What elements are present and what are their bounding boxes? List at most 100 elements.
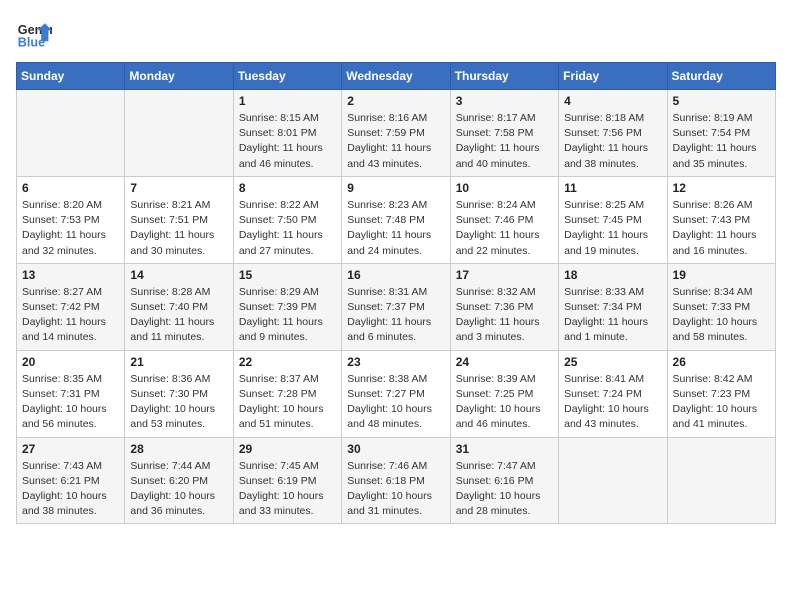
col-header-monday: Monday bbox=[125, 63, 233, 90]
day-number: 18 bbox=[564, 268, 661, 282]
calendar-cell bbox=[125, 90, 233, 177]
calendar-header-row: SundayMondayTuesdayWednesdayThursdayFrid… bbox=[17, 63, 776, 90]
day-info: Sunrise: 8:19 AM Sunset: 7:54 PM Dayligh… bbox=[673, 111, 770, 172]
page-header: General Blue bbox=[16, 16, 776, 52]
day-info: Sunrise: 8:16 AM Sunset: 7:59 PM Dayligh… bbox=[347, 111, 444, 172]
calendar-cell: 18 Sunrise: 8:33 AM Sunset: 7:34 PM Dayli… bbox=[559, 263, 667, 350]
calendar-cell: 10 Sunrise: 8:24 AM Sunset: 7:46 PM Dayli… bbox=[450, 176, 558, 263]
calendar-cell: 20 Sunrise: 8:35 AM Sunset: 7:31 PM Dayli… bbox=[17, 350, 125, 437]
col-header-sunday: Sunday bbox=[17, 63, 125, 90]
calendar-cell: 13 Sunrise: 8:27 AM Sunset: 7:42 PM Dayli… bbox=[17, 263, 125, 350]
calendar-cell: 15 Sunrise: 8:29 AM Sunset: 7:39 PM Dayli… bbox=[233, 263, 341, 350]
day-info: Sunrise: 7:47 AM Sunset: 6:16 PM Dayligh… bbox=[456, 459, 553, 520]
calendar-cell: 8 Sunrise: 8:22 AM Sunset: 7:50 PM Daylig… bbox=[233, 176, 341, 263]
day-number: 15 bbox=[239, 268, 336, 282]
logo-icon: General Blue bbox=[16, 16, 52, 52]
svg-text:Blue: Blue bbox=[18, 36, 45, 50]
day-number: 22 bbox=[239, 355, 336, 369]
day-info: Sunrise: 8:21 AM Sunset: 7:51 PM Dayligh… bbox=[130, 198, 227, 259]
calendar-cell: 21Sunrise: 8:36 AM Sunset: 7:30 PM Dayli… bbox=[125, 350, 233, 437]
calendar-week-3: 13 Sunrise: 8:27 AM Sunset: 7:42 PM Dayli… bbox=[17, 263, 776, 350]
day-info: Sunrise: 8:38 AM Sunset: 7:27 PM Dayligh… bbox=[347, 372, 444, 433]
day-number: 16 bbox=[347, 268, 444, 282]
day-info: Sunrise: 8:42 AM Sunset: 7:23 PM Dayligh… bbox=[673, 372, 770, 433]
calendar-cell: 23 Sunrise: 8:38 AM Sunset: 7:27 PM Dayli… bbox=[342, 350, 450, 437]
calendar-week-5: 27Sunrise: 7:43 AM Sunset: 6:21 PM Dayli… bbox=[17, 437, 776, 524]
calendar-cell: 14 Sunrise: 8:28 AM Sunset: 7:40 PM Dayli… bbox=[125, 263, 233, 350]
day-info: Sunrise: 8:15 AM Sunset: 8:01 PM Dayligh… bbox=[239, 111, 336, 172]
day-number: 26 bbox=[673, 355, 770, 369]
calendar-cell: 26 Sunrise: 8:42 AM Sunset: 7:23 PM Dayli… bbox=[667, 350, 775, 437]
day-info: Sunrise: 8:28 AM Sunset: 7:40 PM Dayligh… bbox=[130, 285, 227, 346]
day-number: 5 bbox=[673, 94, 770, 108]
calendar-cell: 17 Sunrise: 8:32 AM Sunset: 7:36 PM Dayli… bbox=[450, 263, 558, 350]
day-info: Sunrise: 8:22 AM Sunset: 7:50 PM Dayligh… bbox=[239, 198, 336, 259]
day-number: 9 bbox=[347, 181, 444, 195]
calendar-cell: 27Sunrise: 7:43 AM Sunset: 6:21 PM Dayli… bbox=[17, 437, 125, 524]
day-info: Sunrise: 8:29 AM Sunset: 7:39 PM Dayligh… bbox=[239, 285, 336, 346]
calendar-week-1: 1 Sunrise: 8:15 AM Sunset: 8:01 PM Daylig… bbox=[17, 90, 776, 177]
calendar-cell: 29 Sunrise: 7:45 AM Sunset: 6:19 PM Dayli… bbox=[233, 437, 341, 524]
calendar-cell: 5 Sunrise: 8:19 AM Sunset: 7:54 PM Daylig… bbox=[667, 90, 775, 177]
day-info: Sunrise: 8:31 AM Sunset: 7:37 PM Dayligh… bbox=[347, 285, 444, 346]
day-number: 29 bbox=[239, 442, 336, 456]
calendar-cell bbox=[667, 437, 775, 524]
day-info: Sunrise: 7:45 AM Sunset: 6:19 PM Dayligh… bbox=[239, 459, 336, 520]
day-number: 14 bbox=[130, 268, 227, 282]
calendar-cell: 22 Sunrise: 8:37 AM Sunset: 7:28 PM Dayli… bbox=[233, 350, 341, 437]
day-info: Sunrise: 8:20 AM Sunset: 7:53 PM Dayligh… bbox=[22, 198, 119, 259]
day-info: Sunrise: 8:23 AM Sunset: 7:48 PM Dayligh… bbox=[347, 198, 444, 259]
calendar-cell: 7Sunrise: 8:21 AM Sunset: 7:51 PM Daylig… bbox=[125, 176, 233, 263]
calendar-cell: 2 Sunrise: 8:16 AM Sunset: 7:59 PM Daylig… bbox=[342, 90, 450, 177]
day-info: Sunrise: 8:17 AM Sunset: 7:58 PM Dayligh… bbox=[456, 111, 553, 172]
day-info: Sunrise: 8:33 AM Sunset: 7:34 PM Dayligh… bbox=[564, 285, 661, 346]
day-info: Sunrise: 8:18 AM Sunset: 7:56 PM Dayligh… bbox=[564, 111, 661, 172]
day-info: Sunrise: 8:25 AM Sunset: 7:45 PM Dayligh… bbox=[564, 198, 661, 259]
calendar-cell: 4 Sunrise: 8:18 AM Sunset: 7:56 PM Daylig… bbox=[559, 90, 667, 177]
calendar-cell: 31 Sunrise: 7:47 AM Sunset: 6:16 PM Dayli… bbox=[450, 437, 558, 524]
day-info: Sunrise: 8:34 AM Sunset: 7:33 PM Dayligh… bbox=[673, 285, 770, 346]
day-number: 4 bbox=[564, 94, 661, 108]
calendar-cell: 6 Sunrise: 8:20 AM Sunset: 7:53 PM Daylig… bbox=[17, 176, 125, 263]
day-number: 6 bbox=[22, 181, 119, 195]
calendar-cell: 28 Sunrise: 7:44 AM Sunset: 6:20 PM Dayli… bbox=[125, 437, 233, 524]
logo: General Blue bbox=[16, 16, 56, 52]
day-number: 28 bbox=[130, 442, 227, 456]
day-info: Sunrise: 7:46 AM Sunset: 6:18 PM Dayligh… bbox=[347, 459, 444, 520]
day-info: Sunrise: 8:32 AM Sunset: 7:36 PM Dayligh… bbox=[456, 285, 553, 346]
day-info: Sunrise: 8:35 AM Sunset: 7:31 PM Dayligh… bbox=[22, 372, 119, 433]
calendar-cell bbox=[17, 90, 125, 177]
calendar-cell: 25Sunrise: 8:41 AM Sunset: 7:24 PM Dayli… bbox=[559, 350, 667, 437]
calendar-cell: 24Sunrise: 8:39 AM Sunset: 7:25 PM Dayli… bbox=[450, 350, 558, 437]
calendar-cell: 12 Sunrise: 8:26 AM Sunset: 7:43 PM Dayli… bbox=[667, 176, 775, 263]
col-header-saturday: Saturday bbox=[667, 63, 775, 90]
day-number: 8 bbox=[239, 181, 336, 195]
day-number: 1 bbox=[239, 94, 336, 108]
day-number: 17 bbox=[456, 268, 553, 282]
col-header-friday: Friday bbox=[559, 63, 667, 90]
calendar-week-2: 6 Sunrise: 8:20 AM Sunset: 7:53 PM Daylig… bbox=[17, 176, 776, 263]
day-info: Sunrise: 8:24 AM Sunset: 7:46 PM Dayligh… bbox=[456, 198, 553, 259]
day-number: 20 bbox=[22, 355, 119, 369]
day-info: Sunrise: 7:43 AM Sunset: 6:21 PM Dayligh… bbox=[22, 459, 119, 520]
day-info: Sunrise: 8:37 AM Sunset: 7:28 PM Dayligh… bbox=[239, 372, 336, 433]
day-number: 30 bbox=[347, 442, 444, 456]
day-info: Sunrise: 8:39 AM Sunset: 7:25 PM Dayligh… bbox=[456, 372, 553, 433]
day-number: 10 bbox=[456, 181, 553, 195]
day-number: 23 bbox=[347, 355, 444, 369]
calendar-cell: 9 Sunrise: 8:23 AM Sunset: 7:48 PM Daylig… bbox=[342, 176, 450, 263]
day-number: 13 bbox=[22, 268, 119, 282]
calendar-week-4: 20 Sunrise: 8:35 AM Sunset: 7:31 PM Dayli… bbox=[17, 350, 776, 437]
calendar-cell: 11Sunrise: 8:25 AM Sunset: 7:45 PM Dayli… bbox=[559, 176, 667, 263]
day-number: 19 bbox=[673, 268, 770, 282]
day-number: 31 bbox=[456, 442, 553, 456]
day-info: Sunrise: 8:27 AM Sunset: 7:42 PM Dayligh… bbox=[22, 285, 119, 346]
calendar-cell: 16 Sunrise: 8:31 AM Sunset: 7:37 PM Dayli… bbox=[342, 263, 450, 350]
day-number: 12 bbox=[673, 181, 770, 195]
day-info: Sunrise: 7:44 AM Sunset: 6:20 PM Dayligh… bbox=[130, 459, 227, 520]
day-info: Sunrise: 8:26 AM Sunset: 7:43 PM Dayligh… bbox=[673, 198, 770, 259]
calendar-cell: 3Sunrise: 8:17 AM Sunset: 7:58 PM Daylig… bbox=[450, 90, 558, 177]
day-number: 2 bbox=[347, 94, 444, 108]
calendar-cell: 30 Sunrise: 7:46 AM Sunset: 6:18 PM Dayli… bbox=[342, 437, 450, 524]
calendar: SundayMondayTuesdayWednesdayThursdayFrid… bbox=[16, 62, 776, 524]
